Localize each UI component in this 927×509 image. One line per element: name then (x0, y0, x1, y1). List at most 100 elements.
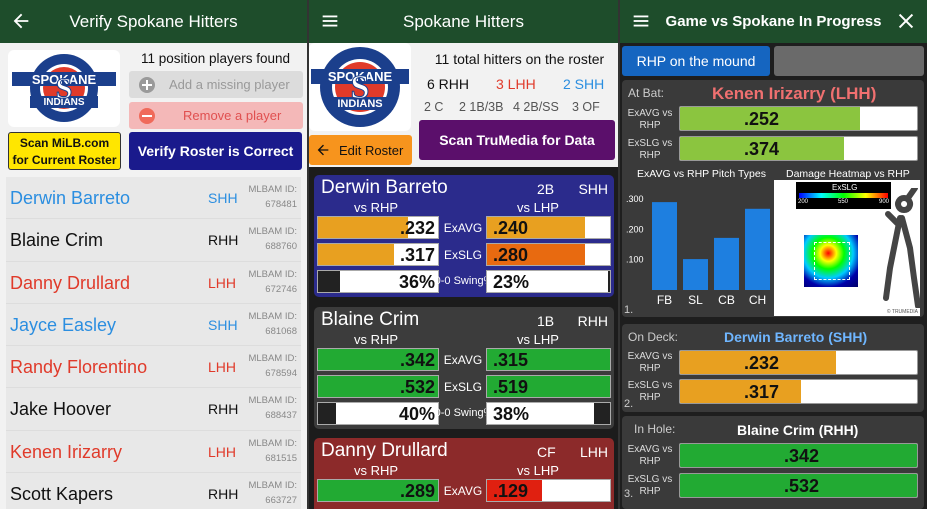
app-bar: Verify Spokane Hitters (0, 0, 307, 43)
mlbam-id: 681515 (265, 452, 297, 464)
at-bat-exslg-value: .374 (744, 139, 780, 159)
player-name: Derwin Barreto (10, 188, 131, 208)
list-item[interactable]: Derwin Barreto SHH MLBAM ID: 678481 (6, 177, 301, 220)
vs-lhp-label: vs LHP (517, 332, 559, 347)
player-hand: SHH (208, 316, 238, 333)
player-hand: SHH (208, 190, 238, 206)
heatmap-tick-200: 200 (798, 199, 809, 205)
hamburger-menu-icon[interactable] (630, 10, 652, 32)
on-deck-section: On Deck: Derwin Barreto (SHH) ExAVG vs R… (622, 324, 924, 412)
roster-list: Derwin Barreto SHH MLBAM ID: 678481 Blaine … (0, 177, 307, 509)
hitter-hand: RHH (577, 313, 608, 329)
hitter-hand: SHH (578, 181, 608, 197)
player-name: Scott Kapers (10, 484, 114, 505)
players-found-text: 11 position players found (140, 51, 291, 66)
batter-order-number: 1. (624, 304, 634, 316)
scan-line2: for Current Roster (12, 153, 117, 167)
rhp-toggle-button[interactable]: RHP on the mound (622, 46, 770, 76)
scan-trumedia-button[interactable]: Scan TruMedia for Data (419, 120, 615, 160)
hitter-position: 1B (537, 313, 555, 329)
on-deck-player-name: Derwin Barreto (SHH) (724, 329, 868, 345)
mlbam-id: 672746 (265, 283, 297, 295)
slg-stat-label: ExSLG (443, 380, 482, 394)
edit-roster-button[interactable]: Edit Roster (309, 135, 412, 165)
hamburger-menu-icon[interactable] (319, 10, 341, 32)
vs-rhp-sw-value: 40% (398, 404, 435, 424)
list-item[interactable]: Jake Hoover RHH MLBAM ID: 688437 (6, 388, 301, 431)
bar-fill (318, 244, 394, 265)
y-tick-label: .200 (626, 224, 644, 234)
list-item[interactable]: Scott Kapers RHH MLBAM ID: 663727 (6, 473, 301, 509)
vs-lhp-label: vs LHP (517, 200, 559, 215)
vs-rhp-label: vs RHP (354, 332, 399, 347)
lhp-toggle-button[interactable] (774, 46, 924, 76)
mlbam-id-label: MLBAM ID: (248, 353, 297, 365)
vs-rhp-avg-value: .289 (399, 481, 435, 501)
verify-hitters-screen: Verify Spokane Hitters SPOKANE INDIANS S… (0, 0, 307, 509)
scan-milb-button[interactable]: Scan MiLB.com for Current Roster (8, 132, 121, 170)
vs-rhp-avg-bar: .232 (317, 216, 439, 239)
vs-rhp-sw-value: 36% (398, 272, 435, 292)
list-item[interactable]: Kenen Irizarry LHH MLBAM ID: 681515 (6, 430, 301, 474)
player-hand: RHH (208, 486, 239, 503)
corner-inf-count: 2 1B/3B (459, 100, 504, 114)
exslg-vs-label: ExSLG vs RHP (627, 138, 673, 161)
at-bat-label: At Bat: (628, 86, 665, 100)
remove-player-button[interactable]: Remove a player (129, 102, 303, 129)
catcher-count: 2 C (424, 100, 444, 114)
scan-line1: Scan MiLB.com (19, 136, 110, 150)
in-hole-exavg-bar: .342 (679, 443, 918, 468)
add-player-button[interactable]: Add a missing player (129, 71, 303, 98)
screen-title: Game vs Spokane In Progress (665, 13, 882, 30)
close-icon[interactable] (895, 10, 917, 32)
edit-roster-label: Edit Roster (339, 142, 404, 158)
hitter-card[interactable]: Danny Drullard CF LHH vs RHP vs LHP .289 ExAVG… (314, 438, 614, 509)
arrow-left-icon[interactable] (10, 10, 32, 32)
heatmap-title: Damage Heatmap vs RHP (786, 168, 910, 180)
logo-letter: S (351, 69, 370, 106)
vs-rhp-avg-value: .342 (399, 350, 435, 370)
mlbam-id: 678594 (265, 368, 297, 380)
bar-fill (318, 271, 340, 292)
spokane-hitters-screen: Spokane Hitters SPOKANE INDIANS S 11 tot… (309, 0, 618, 509)
list-item[interactable]: Jayce Easley SHH MLBAM ID: 681068 (6, 303, 301, 347)
y-tick-label: .300 (626, 194, 644, 204)
team-logo: SPOKANE INDIANS S (8, 50, 120, 127)
at-bat-player-name: Kenen Irizarry (LHH) (712, 84, 877, 103)
pitch-type-chart: .300 .200 .100 FB SL CB CH (626, 194, 770, 307)
list-item[interactable]: Blaine Crim RHH MLBAM ID: 688760 (6, 219, 301, 262)
vs-lhp-sw-bar: 38% (486, 402, 611, 425)
lhh-count: 3 LHH (496, 76, 536, 92)
heatmap-legend-title: ExSLG (832, 183, 858, 192)
of-count: 3 OF (572, 100, 600, 114)
player-name: Blaine Crim (10, 230, 104, 251)
player-hand: RHH (208, 401, 239, 418)
at-bat-exavg-bar: .252 (679, 106, 918, 131)
mlbam-id-label: MLBAM ID: (248, 268, 297, 280)
bar-fill (680, 380, 801, 403)
batter-order-number: 2. (624, 398, 634, 410)
hitter-card[interactable]: Blaine Crim 1B RHH vs RHP vs LHP .342 ExAVG .31… (314, 307, 614, 429)
on-deck-exavg-value: .232 (744, 353, 780, 373)
add-player-label: Add a missing player (169, 77, 290, 92)
list-item[interactable]: Randy Florentino LHH MLBAM ID: 678594 (6, 346, 301, 389)
vs-lhp-slg-bar: .519 (486, 375, 611, 398)
on-deck-exslg-bar: .317 (679, 379, 918, 404)
verify-roster-button[interactable]: Verify Roster is Correct (129, 132, 302, 170)
vs-rhp-sw-bar: 40% (317, 402, 439, 425)
exavg-vs-label: ExAVG vs RHP (627, 351, 673, 374)
hitter-card[interactable]: Derwin Barreto 2B SHH vs RHP vs LHP .232 ExAVG… (314, 175, 614, 297)
app-bar: Game vs Spokane In Progress (620, 0, 927, 43)
in-hole-exslg-bar: .532 (679, 473, 918, 498)
bar-ch (745, 208, 770, 290)
y-tick-label: .100 (626, 255, 644, 265)
vs-rhp-avg-bar: .289 (317, 479, 439, 502)
vs-lhp-slg-value: .280 (493, 245, 529, 265)
shh-count: 2 SHH (563, 76, 605, 92)
mlbam-id-label: MLBAM ID: (248, 480, 297, 492)
list-item[interactable]: Danny Drullard LHH MLBAM ID: 672746 (6, 261, 301, 304)
on-deck-exavg-bar: .232 (679, 350, 918, 375)
damage-heatmap: ExSLG 200 550 900 © TRUMEDIA (774, 180, 920, 316)
vs-lhp-slg-value: .519 (493, 377, 529, 397)
hitter-name: Danny Drullard (321, 440, 448, 461)
